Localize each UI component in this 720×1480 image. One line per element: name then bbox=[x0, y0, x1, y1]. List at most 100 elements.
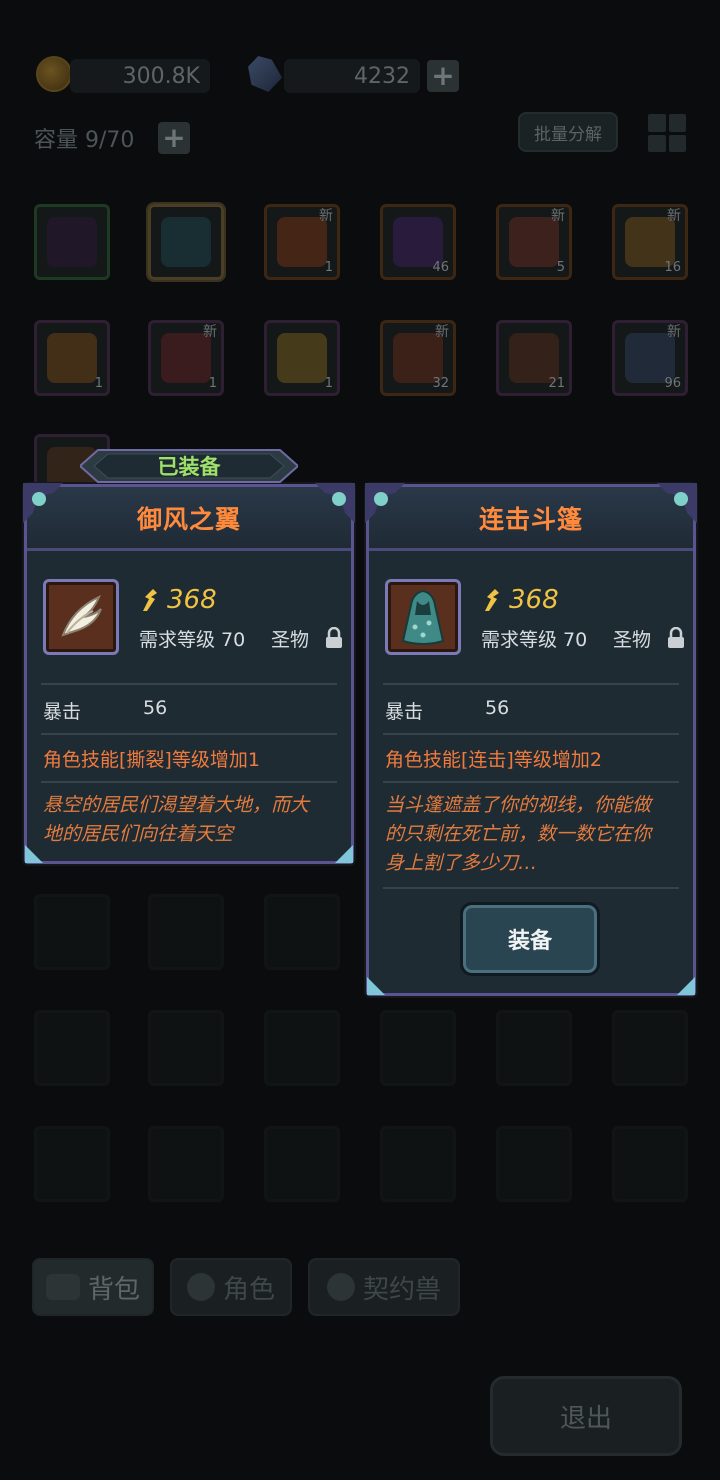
divider bbox=[383, 781, 679, 783]
power-row: 368 bbox=[139, 585, 217, 615]
lore-text: 悬空的居民们渴望着大地，而大 地的居民们向往着天空 bbox=[43, 794, 310, 845]
gold-coin-icon bbox=[36, 56, 72, 92]
ornament-corner-icon bbox=[657, 483, 697, 523]
item-art-icon bbox=[161, 217, 211, 267]
cloak-item-icon bbox=[385, 579, 461, 655]
empty-slot[interactable] bbox=[264, 1010, 340, 1086]
item-count: 21 bbox=[548, 376, 565, 391]
grid-view-icon[interactable] bbox=[648, 114, 686, 152]
tab-pet[interactable]: 契约兽 bbox=[308, 1258, 460, 1316]
new-badge: 新 bbox=[667, 208, 681, 224]
gem-icon bbox=[248, 56, 282, 92]
power-row: 368 bbox=[481, 585, 559, 615]
meat-steak-item[interactable]: 新5 bbox=[496, 204, 572, 280]
level-requirement: 需求等级 70 bbox=[139, 629, 246, 651]
equip-button[interactable]: 装备 bbox=[460, 902, 600, 976]
empty-slot[interactable] bbox=[496, 1010, 572, 1086]
empty-slot[interactable] bbox=[264, 894, 340, 970]
empty-slot[interactable] bbox=[496, 1126, 572, 1202]
empty-slot[interactable] bbox=[34, 894, 110, 970]
item-count: 5 bbox=[556, 260, 565, 275]
ornament-corner-icon bbox=[365, 483, 405, 523]
item-count: 1 bbox=[324, 260, 333, 275]
item-art-icon bbox=[277, 333, 327, 383]
item-art-icon bbox=[47, 217, 97, 267]
skill-bonus: 角色技能[撕裂]等级增加1 bbox=[43, 749, 260, 771]
stat-value: 56 bbox=[143, 697, 168, 719]
divider bbox=[41, 733, 337, 735]
capacity-label: 容量 9/70 bbox=[34, 128, 135, 153]
rarity-label: 圣物 bbox=[613, 629, 652, 651]
ornament-corner-icon bbox=[25, 845, 43, 863]
card-header: 御风之翼 bbox=[27, 487, 351, 551]
item-count: 1 bbox=[324, 376, 333, 391]
item-count: 1 bbox=[208, 376, 217, 391]
item-count: 1 bbox=[94, 376, 103, 391]
empty-slot[interactable] bbox=[148, 1010, 224, 1086]
star-shard-item[interactable]: 新 16 bbox=[612, 204, 688, 280]
gem-amount: 4232 bbox=[284, 59, 420, 93]
new-badge: 新 bbox=[319, 208, 333, 224]
tab-backpack[interactable]: 背包 bbox=[32, 1258, 154, 1316]
empty-slot[interactable] bbox=[380, 1010, 456, 1086]
bread-item[interactable]: 1 bbox=[34, 320, 110, 396]
card-header: 连击斗篷 bbox=[369, 487, 693, 551]
bulk-salvage-button[interactable]: 批量分解 bbox=[518, 112, 618, 152]
new-badge: 新 bbox=[551, 208, 565, 224]
cloth-item[interactable]: 新 96 bbox=[612, 320, 688, 396]
empty-slot[interactable] bbox=[34, 1010, 110, 1086]
cheese-item[interactable]: 1 bbox=[264, 320, 340, 396]
divider bbox=[383, 887, 679, 889]
dark-cape-item[interactable] bbox=[34, 204, 110, 280]
power-icon bbox=[485, 589, 499, 611]
item-count: 96 bbox=[664, 376, 681, 391]
item-count: 32 bbox=[432, 376, 449, 391]
stat-name: 暴击 bbox=[43, 701, 82, 723]
exit-button[interactable]: 退出 bbox=[490, 1376, 682, 1456]
amulet-item[interactable]: 21 bbox=[496, 320, 572, 396]
level-requirement: 需求等级 70 bbox=[481, 629, 588, 651]
new-badge: 新 bbox=[203, 324, 217, 340]
ornament-corner-icon bbox=[677, 977, 695, 995]
lock-icon[interactable] bbox=[667, 627, 685, 649]
divider bbox=[41, 683, 337, 685]
empty-slot[interactable] bbox=[380, 1126, 456, 1202]
skill-bonus: 角色技能[连击]等级增加2 bbox=[385, 749, 602, 771]
expand-capacity-button[interactable]: + bbox=[158, 122, 190, 154]
fire-spirit-item[interactable]: 新1 bbox=[264, 204, 340, 280]
gold-amount: 300.8K bbox=[70, 59, 210, 93]
empty-slot[interactable] bbox=[148, 1126, 224, 1202]
empty-slot[interactable] bbox=[612, 1126, 688, 1202]
ornament-corner-icon bbox=[23, 483, 63, 523]
rarity-label: 圣物 bbox=[271, 629, 310, 651]
wing-item-icon bbox=[43, 579, 119, 655]
ornament-corner-icon bbox=[315, 483, 355, 523]
empty-slot[interactable] bbox=[148, 894, 224, 970]
raw-meat-item[interactable]: 新1 bbox=[148, 320, 224, 396]
equipped-item-card: 御风之翼 368 需求等级 70 圣物 暴击 56 角色技能[撕裂]等级增加1 … bbox=[23, 483, 355, 864]
item-title: 御风之翼 bbox=[136, 504, 241, 534]
drumstick-item[interactable]: 新 32 bbox=[380, 320, 456, 396]
cloak-item-selected[interactable] bbox=[146, 202, 226, 282]
empty-slot[interactable] bbox=[264, 1126, 340, 1202]
purple-crystal-item[interactable]: 46 bbox=[380, 204, 456, 280]
power-icon bbox=[143, 589, 157, 611]
lock-icon[interactable] bbox=[325, 627, 343, 649]
divider bbox=[383, 683, 679, 685]
divider bbox=[383, 733, 679, 735]
empty-slot[interactable] bbox=[34, 1126, 110, 1202]
divider bbox=[41, 781, 337, 783]
character-icon bbox=[186, 1273, 215, 1301]
item-count: 46 bbox=[432, 260, 449, 275]
lore-text: 当斗篷遮盖了你的视线，你能做 的只剩在死亡前，数一数它在你 身上割了多少刀… bbox=[385, 794, 652, 874]
empty-slot[interactable] bbox=[612, 1010, 688, 1086]
backpack-icon bbox=[45, 1274, 80, 1300]
tab-character[interactable]: 角色 bbox=[170, 1258, 292, 1316]
item-title: 连击斗篷 bbox=[478, 504, 583, 534]
ornament-corner-icon bbox=[367, 977, 385, 995]
item-count: 16 bbox=[664, 260, 681, 275]
stat-name: 暴击 bbox=[385, 701, 424, 723]
item-art-icon bbox=[47, 333, 97, 383]
add-gems-button[interactable]: + bbox=[427, 60, 459, 92]
equipped-label: 已装备 bbox=[157, 455, 221, 479]
